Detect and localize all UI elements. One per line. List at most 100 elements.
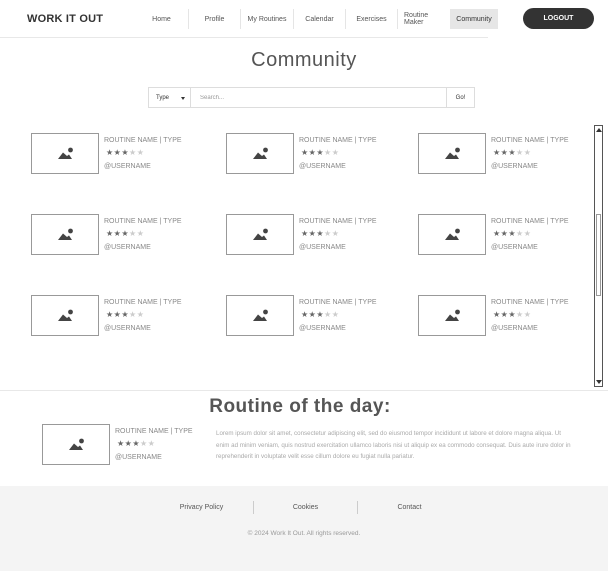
routine-card[interactable]: ROUTINE NAME | TYPE ★★★★★ @USERNAME — [418, 133, 588, 178]
star-empty-icon: ★ — [147, 439, 156, 448]
routine-thumbnail[interactable] — [418, 133, 486, 174]
star-empty-icon: ★ — [129, 148, 137, 157]
routine-thumbnail[interactable] — [31, 295, 99, 336]
routine-username[interactable]: @USERNAME — [491, 244, 538, 251]
arrow-down-icon[interactable] — [596, 380, 602, 384]
star-filled-icon: ★ — [316, 310, 325, 319]
main-nav: Home Profile My Routines Calendar Exerci… — [135, 9, 498, 29]
image-placeholder-icon — [445, 228, 460, 240]
star-filled-icon: ★ — [493, 148, 501, 157]
star-empty-icon: ★ — [136, 229, 145, 238]
rating-stars: ★★★★★ — [493, 229, 531, 238]
image-placeholder-icon — [58, 309, 73, 321]
footer-link-privacy[interactable]: Privacy Policy — [150, 504, 253, 511]
star-filled-icon: ★ — [301, 148, 309, 157]
routine-title[interactable]: ROUTINE NAME | TYPE — [491, 299, 569, 306]
routine-thumbnail[interactable] — [418, 214, 486, 255]
routine-title[interactable]: ROUTINE NAME | TYPE — [491, 137, 569, 144]
routine-thumbnail[interactable] — [418, 295, 486, 336]
logout-button[interactable]: LOGOUT — [523, 8, 594, 29]
rating-stars: ★★★★★ — [117, 439, 155, 448]
star-filled-icon: ★ — [301, 229, 309, 238]
routine-thumbnail[interactable] — [226, 295, 294, 336]
rating-stars: ★★★★★ — [106, 310, 144, 319]
routine-card[interactable]: ROUTINE NAME | TYPE ★★★★★ @USERNAME — [226, 133, 396, 178]
routine-card[interactable]: ROUTINE NAME | TYPE ★★★★★ @USERNAME — [31, 133, 201, 178]
nav-routine-maker[interactable]: Routine Maker — [397, 9, 450, 29]
star-empty-icon: ★ — [523, 310, 532, 319]
nav-calendar[interactable]: Calendar — [293, 9, 345, 29]
star-empty-icon: ★ — [136, 148, 145, 157]
routine-description: Lorem ipsum dolor sit amet, consectetur … — [216, 430, 571, 461]
star-filled-icon: ★ — [106, 310, 114, 319]
routine-card[interactable]: ROUTINE NAME | TYPE ★★★★★ @USERNAME — [226, 295, 396, 340]
caret-down-icon — [181, 97, 185, 100]
routine-thumbnail[interactable] — [42, 424, 110, 465]
routine-username[interactable]: @USERNAME — [299, 163, 346, 170]
routine-title[interactable]: ROUTINE NAME | TYPE — [104, 218, 182, 225]
footer-links: Privacy Policy Cookies Contact — [150, 501, 461, 514]
nav-profile[interactable]: Profile — [188, 9, 240, 29]
type-dropdown-label: Type — [156, 94, 170, 101]
footer-link-contact[interactable]: Contact — [358, 504, 461, 511]
nav-exercises[interactable]: Exercises — [345, 9, 397, 29]
star-empty-icon: ★ — [331, 310, 340, 319]
page-title: Community — [251, 49, 357, 71]
brand-logo[interactable]: WORK IT OUT — [27, 13, 103, 25]
header-divider — [0, 37, 488, 38]
routine-title[interactable]: ROUTINE NAME | TYPE — [299, 299, 377, 306]
routine-username[interactable]: @USERNAME — [104, 163, 151, 170]
routine-username[interactable]: @USERNAME — [104, 325, 151, 332]
star-empty-icon: ★ — [140, 439, 148, 448]
routine-username[interactable]: @USERNAME — [104, 244, 151, 251]
routine-of-day-card[interactable]: ROUTINE NAME | TYPE ★★★★★ @USERNAME — [42, 424, 212, 469]
routine-card[interactable]: ROUTINE NAME | TYPE ★★★★★ @USERNAME — [418, 214, 588, 259]
routine-thumbnail[interactable] — [31, 214, 99, 255]
routine-card[interactable]: ROUTINE NAME | TYPE ★★★★★ @USERNAME — [418, 295, 588, 340]
routine-thumbnail[interactable] — [226, 133, 294, 174]
star-empty-icon: ★ — [136, 310, 145, 319]
image-placeholder-icon — [445, 147, 460, 159]
star-filled-icon: ★ — [508, 148, 517, 157]
routine-username[interactable]: @USERNAME — [491, 163, 538, 170]
rating-stars: ★★★★★ — [493, 148, 531, 157]
routine-username[interactable]: @USERNAME — [491, 325, 538, 332]
image-placeholder-icon — [445, 309, 460, 321]
star-filled-icon: ★ — [121, 148, 130, 157]
routine-title[interactable]: ROUTINE NAME | TYPE — [115, 428, 193, 435]
routine-list-scrollbar[interactable] — [594, 125, 603, 387]
routine-card[interactable]: ROUTINE NAME | TYPE ★★★★★ @USERNAME — [226, 214, 396, 259]
routine-card[interactable]: ROUTINE NAME | TYPE ★★★★★ @USERNAME — [31, 214, 201, 259]
routine-username[interactable]: @USERNAME — [299, 325, 346, 332]
star-filled-icon: ★ — [301, 310, 309, 319]
section-divider — [0, 390, 608, 391]
rating-stars: ★★★★★ — [301, 229, 339, 238]
routine-title[interactable]: ROUTINE NAME | TYPE — [491, 218, 569, 225]
routine-title[interactable]: ROUTINE NAME | TYPE — [299, 137, 377, 144]
star-empty-icon: ★ — [129, 229, 137, 238]
go-button[interactable]: Go! — [446, 88, 474, 107]
star-empty-icon: ★ — [516, 148, 524, 157]
image-placeholder-icon — [58, 147, 73, 159]
routine-thumbnail[interactable] — [226, 214, 294, 255]
routine-title[interactable]: ROUTINE NAME | TYPE — [104, 137, 182, 144]
nav-community[interactable]: Community — [450, 9, 498, 29]
nav-my-routines[interactable]: My Routines — [240, 9, 293, 29]
arrow-up-icon[interactable] — [596, 128, 602, 132]
image-placeholder-icon — [69, 438, 84, 450]
star-filled-icon: ★ — [508, 229, 517, 238]
star-filled-icon: ★ — [493, 229, 501, 238]
routine-title[interactable]: ROUTINE NAME | TYPE — [104, 299, 182, 306]
search-input[interactable] — [191, 88, 446, 107]
routine-thumbnail[interactable] — [31, 133, 99, 174]
nav-home[interactable]: Home — [135, 9, 188, 29]
star-empty-icon: ★ — [324, 229, 332, 238]
routine-username[interactable]: @USERNAME — [299, 244, 346, 251]
star-empty-icon: ★ — [516, 229, 524, 238]
routine-card[interactable]: ROUTINE NAME | TYPE ★★★★★ @USERNAME — [31, 295, 201, 340]
footer-link-cookies[interactable]: Cookies — [254, 504, 357, 511]
routine-title[interactable]: ROUTINE NAME | TYPE — [299, 218, 377, 225]
type-dropdown[interactable]: Type — [149, 88, 191, 107]
routine-username[interactable]: @USERNAME — [115, 454, 162, 461]
scrollbar-thumb[interactable] — [596, 214, 601, 296]
